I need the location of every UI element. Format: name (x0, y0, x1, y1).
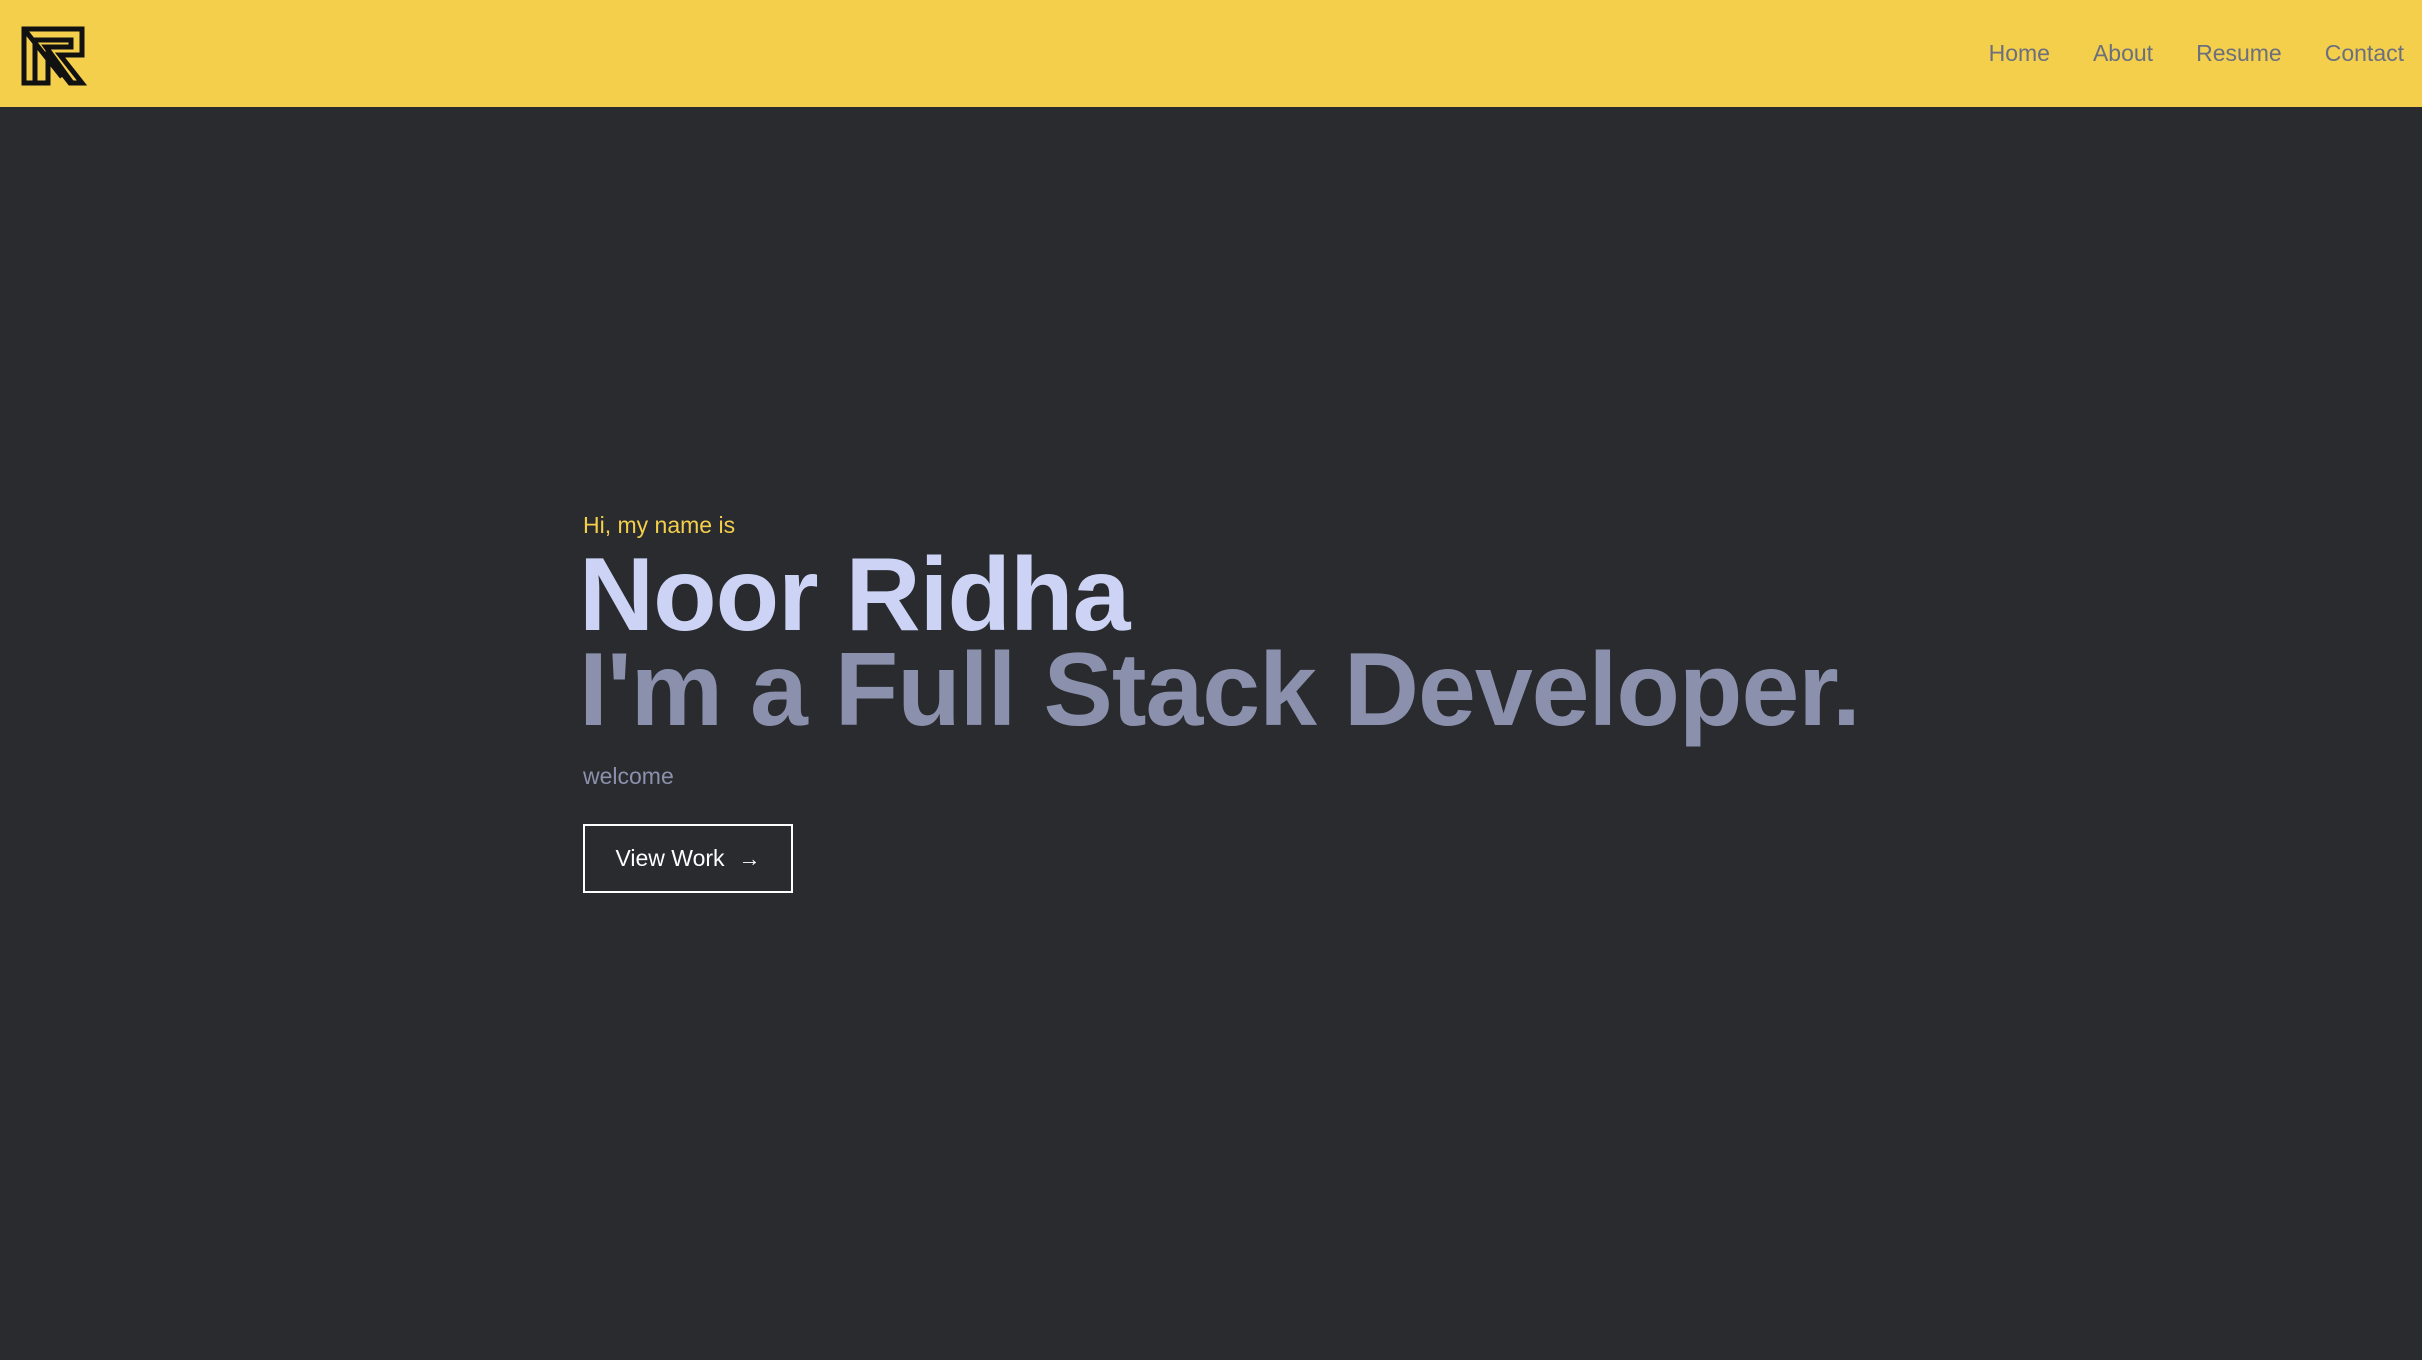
arrow-right-icon: → (738, 845, 761, 871)
hero-tagline: I'm a Full Stack Developer. (579, 632, 1861, 748)
hero-section: Hi, my name is Noor Ridha I'm a Full Sta… (579, 508, 1983, 893)
view-work-label: View Work (615, 845, 725, 871)
main-nav: Home About Resume Contact (1989, 0, 2404, 107)
hero-name: Noor Ridha (579, 537, 1130, 653)
hero-subtitle: welcome (583, 763, 674, 789)
site-header: Home About Resume Contact (0, 0, 2422, 107)
nav-link-about[interactable]: About (2093, 40, 2153, 67)
nav-link-resume[interactable]: Resume (2196, 40, 2282, 67)
nav-link-home[interactable]: Home (1989, 40, 2050, 67)
nav-link-contact[interactable]: Contact (2325, 40, 2404, 67)
nr-logo-icon[interactable] (20, 25, 88, 87)
view-work-button[interactable]: View Work → (583, 824, 793, 893)
nr-monogram-logo-icon (21, 26, 88, 86)
